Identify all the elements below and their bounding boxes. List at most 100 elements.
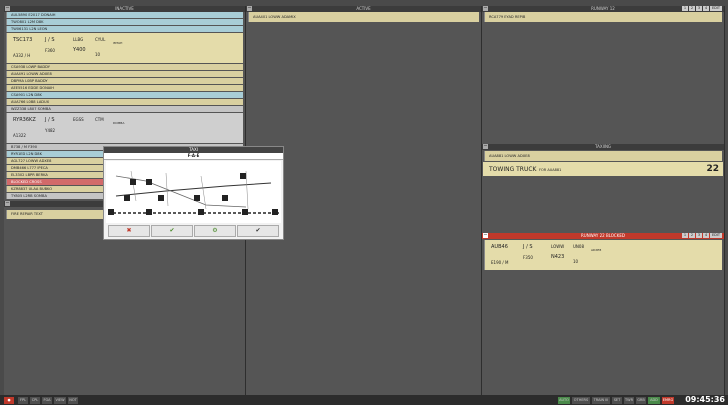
towing-sub: FOR AUA881 xyxy=(539,168,562,172)
collapse-icon[interactable]: − xyxy=(483,233,488,238)
taxiway-node[interactable] xyxy=(146,179,152,185)
taxiway-node[interactable] xyxy=(158,195,164,201)
fpl-button[interactable]: FPL xyxy=(18,397,28,404)
flight-strip[interactable]: AUA491 LOWW ADXE8 xyxy=(6,71,243,77)
aircraft-type: E190 / M xyxy=(491,260,509,265)
tab-edit[interactable]: EDIT xyxy=(710,6,722,11)
flight-level: F360 xyxy=(45,48,55,53)
flight-strip-expanded[interactable]: RYR36KZ J / S EGSS CTM A1322 Y482 DOMBA xyxy=(6,113,243,143)
flight-level: F350 xyxy=(523,255,533,260)
bottom-toolbar: ● FPL CPL FGA VIEW NOT AUTO OTHERS TRAIN… xyxy=(0,395,728,405)
grb-button[interactable]: GRB xyxy=(636,397,646,404)
towing-label: TOWING TRUCK xyxy=(489,166,537,173)
origin: EGSS xyxy=(73,117,84,122)
column-header: − INACTIVE xyxy=(4,6,245,12)
twr-button[interactable]: TWR xyxy=(624,397,634,404)
flight-strip[interactable]: TW06131 L2N LEON xyxy=(6,26,243,32)
cancel-button[interactable]: ✖ xyxy=(108,225,150,237)
flight-strip[interactable]: AUA401 LOWW ADAMIX xyxy=(248,12,479,22)
tab-1[interactable]: 1 xyxy=(682,233,688,238)
strip-number: 10 xyxy=(95,52,101,57)
column-header: − RUNWAY 12 1 2 3 4 EDIT xyxy=(482,6,724,12)
taxiway-node[interactable] xyxy=(272,209,278,215)
not-button[interactable]: NOT xyxy=(68,397,78,404)
taxiway-node[interactable] xyxy=(194,195,200,201)
sid: ADXE8 xyxy=(591,248,602,252)
sid: DOMBA xyxy=(113,121,125,125)
flight-level: Y482 xyxy=(45,128,56,133)
train-button[interactable]: TRAIN III xyxy=(592,397,610,404)
emergency-button[interactable]: EMRG xyxy=(662,397,674,404)
taxiway-node[interactable] xyxy=(124,195,130,201)
strip-number: 10 xyxy=(573,259,579,264)
callsign: RYR36KZ xyxy=(13,117,36,123)
aircraft-type: A1322 xyxy=(13,133,26,138)
wake-turbulence: J / S xyxy=(523,244,533,250)
taxiway-map[interactable] xyxy=(106,161,281,223)
taxiway-node[interactable] xyxy=(242,209,248,215)
origin: LOWW xyxy=(551,244,565,249)
fga-button[interactable]: FGA xyxy=(42,397,52,404)
logo-icon[interactable]: ● xyxy=(4,397,14,404)
taxiway-diagram xyxy=(108,170,279,215)
flight-strip[interactable]: RCA779 EYAD REPIB xyxy=(484,12,722,22)
origin: LLBG xyxy=(73,37,84,42)
flight-strip[interactable]: AUA881 LOWW ADXE8 xyxy=(484,151,722,161)
add-button[interactable]: ADD xyxy=(648,397,660,404)
taxiway-node[interactable] xyxy=(146,209,152,215)
tab-3[interactable]: 3 xyxy=(696,6,702,11)
view-button[interactable]: VIEW xyxy=(54,397,66,404)
cpl-button[interactable]: CPL xyxy=(30,397,40,404)
tab-3[interactable]: 3 xyxy=(696,233,702,238)
collapse-icon[interactable]: − xyxy=(247,6,252,11)
taxiway-node[interactable] xyxy=(240,173,246,179)
set-button[interactable]: SET xyxy=(612,397,622,404)
stand: Y400 xyxy=(73,47,86,53)
tab-4[interactable]: 4 xyxy=(703,233,709,238)
callsign: TSC173 xyxy=(13,37,33,43)
flight-strip[interactable]: TWO801 L2M D8K xyxy=(6,19,243,25)
collapse-icon[interactable]: − xyxy=(483,6,488,11)
flight-strip-expanded[interactable]: AUB46 J / S LOWW UN08 E190 / M F350 N423… xyxy=(484,240,722,270)
auto-button[interactable]: AUTO xyxy=(558,397,570,404)
settings-button[interactable]: ⚙ xyxy=(194,225,236,237)
tab-1[interactable]: 1 xyxy=(682,6,688,11)
column-header: − ACTIVE xyxy=(246,6,481,12)
tab-4[interactable]: 4 xyxy=(703,6,709,11)
tab-2[interactable]: 2 xyxy=(689,233,695,238)
runway-tabs: 1 2 3 4 EDIT xyxy=(682,233,722,239)
taxi-dialog: TAXI F-A-E ✖ ✔ ⚙ ✔ xyxy=(103,146,284,240)
destination: UN08 xyxy=(573,244,585,249)
confirm-button[interactable]: ✔ xyxy=(151,225,193,237)
flight-strip-expanded[interactable]: TSC173 J / S LLBG CYUL A332 / H F360 Y40… xyxy=(6,33,243,63)
stand: N423 xyxy=(551,254,565,260)
flight-strip[interactable]: AUA766 L0B8 LADUX xyxy=(6,99,243,105)
sid: IMTAH xyxy=(113,41,123,45)
collapse-icon[interactable]: − xyxy=(483,144,488,149)
taxiing-header: − TAXIING xyxy=(482,144,724,150)
towing-strip[interactable]: TOWING TRUCK FOR AUA881 22 xyxy=(483,162,723,176)
accept-button[interactable]: ✔ xyxy=(237,225,279,237)
towing-number: 22 xyxy=(706,164,719,174)
flight-strip[interactable]: CSA901 L2N D8K xyxy=(6,92,243,98)
collapse-icon[interactable]: − xyxy=(5,201,10,206)
taxiway-node[interactable] xyxy=(222,195,228,201)
taxiway-node[interactable] xyxy=(198,209,204,215)
tab-2[interactable]: 2 xyxy=(689,6,695,11)
callsign: AUB46 xyxy=(491,244,508,250)
wake-turbulence: J / S xyxy=(45,117,55,123)
others-button[interactable]: OTHERS xyxy=(572,397,590,404)
destination: CYUL xyxy=(95,37,106,42)
flight-strip[interactable]: CSA938 L0WP BADDY xyxy=(6,64,243,70)
runway-tabs: 1 2 3 4 EDIT xyxy=(682,6,722,12)
collapse-icon[interactable]: − xyxy=(5,6,10,11)
flight-strip[interactable]: DBPMA L0BP BADDY xyxy=(6,78,243,84)
taxiway-node[interactable] xyxy=(130,179,136,185)
taxiway-node[interactable] xyxy=(108,209,114,215)
tab-edit[interactable]: EDIT xyxy=(710,233,722,238)
dialog-title: F-A-E xyxy=(104,153,283,160)
flight-strip[interactable]: AEE5516 EDDE DONAIH xyxy=(6,85,243,91)
flight-strip[interactable]: AUL5890 E2017 DONAIH xyxy=(6,12,243,18)
runway22-header: − RUNWAY 22 BLOCKED 1 2 3 4 EDIT xyxy=(482,233,724,239)
flight-strip[interactable]: WZZ338 L8X7 SOMBA xyxy=(6,106,243,112)
